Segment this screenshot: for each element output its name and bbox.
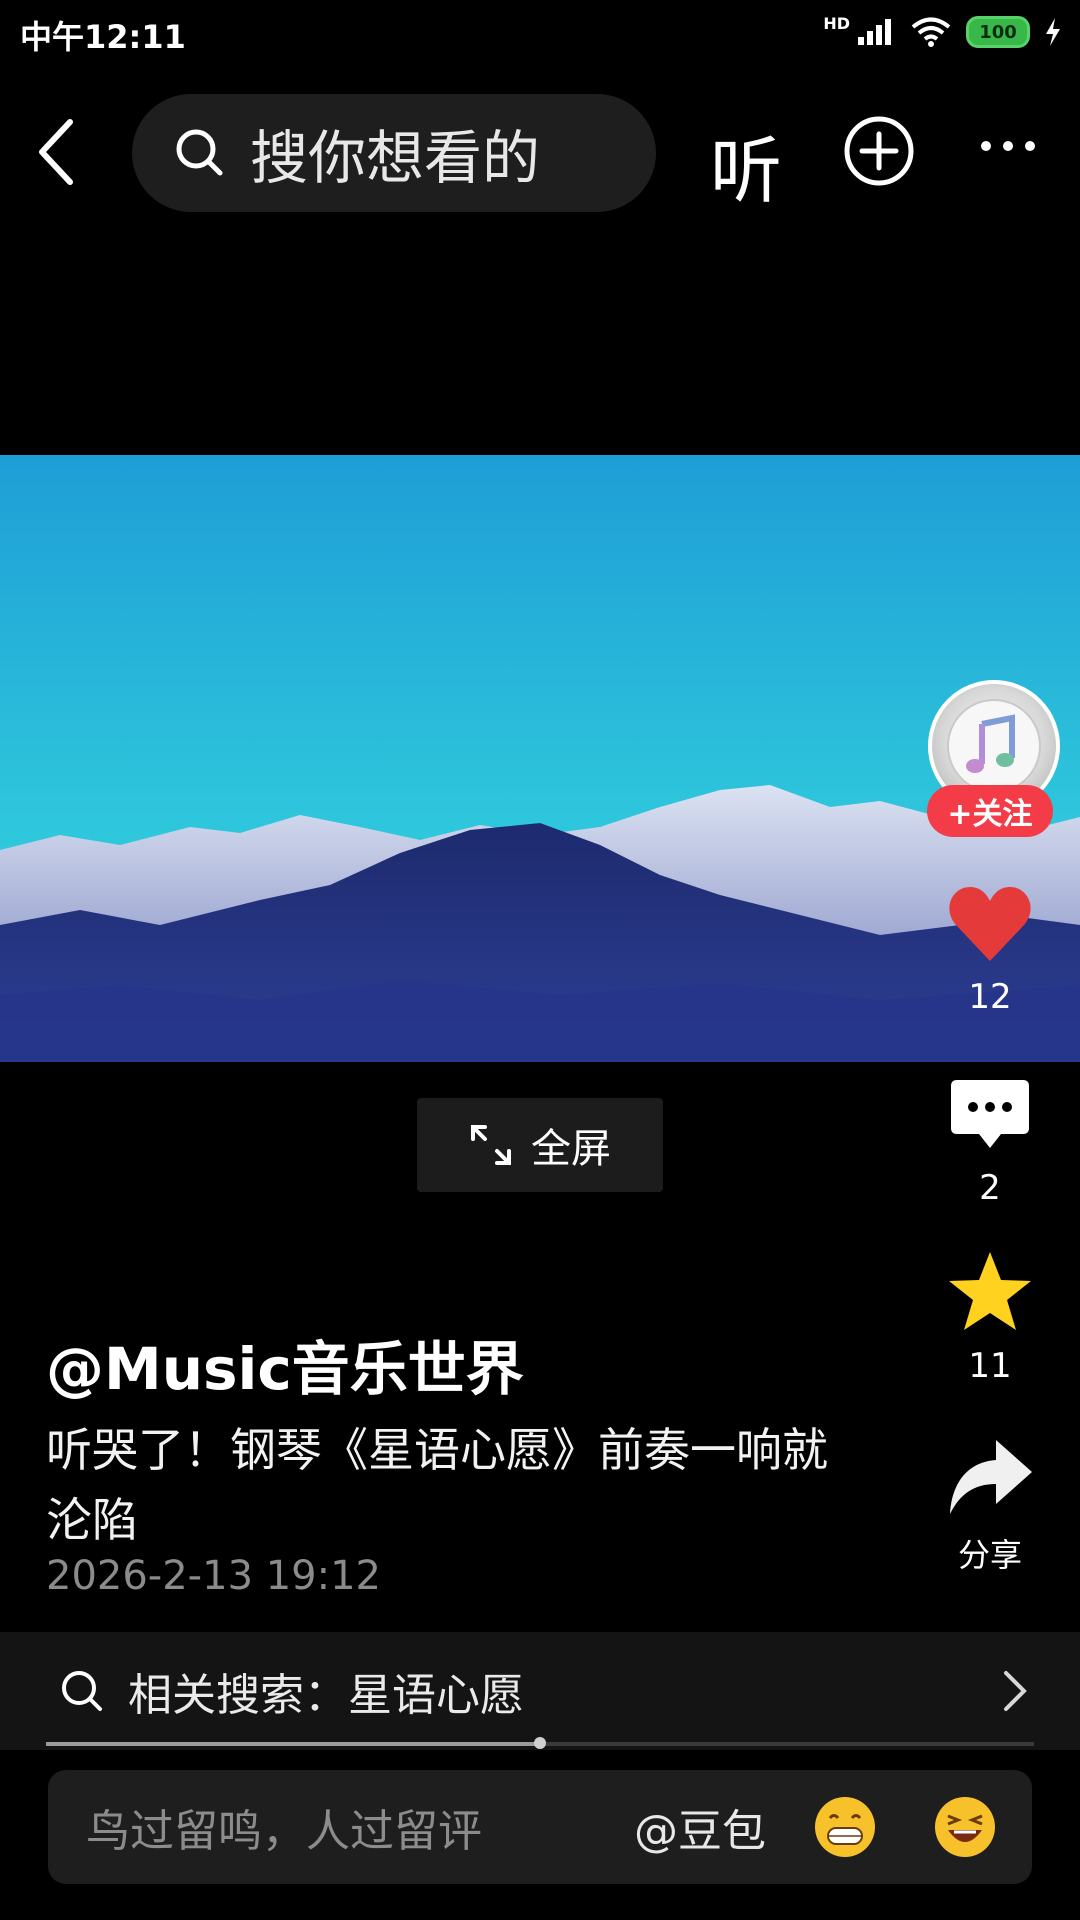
- heart-icon: [949, 887, 1031, 961]
- share-icon: [950, 1440, 1032, 1514]
- back-icon[interactable]: [30, 112, 90, 192]
- listen-button[interactable]: 听: [710, 112, 782, 217]
- search-placeholder: 搜你想看的: [250, 124, 541, 192]
- comment-placeholder: 鸟过留鸣，人过留评: [86, 1806, 482, 1857]
- like-button[interactable]: 12: [920, 885, 1060, 1017]
- favorite-button[interactable]: 11: [920, 1250, 1060, 1386]
- author-name[interactable]: @Music音乐世界: [46, 1322, 524, 1406]
- related-search-bar[interactable]: 相关搜索：星语心愿: [0, 1632, 1080, 1750]
- add-icon[interactable]: [842, 114, 916, 188]
- laugh-emoji-icon[interactable]: [934, 1796, 996, 1858]
- signal-icon: [858, 19, 891, 45]
- expand-icon: [471, 1125, 511, 1165]
- mention-button[interactable]: @豆包: [634, 1795, 766, 1859]
- search-icon: [176, 129, 223, 176]
- comment-input[interactable]: 鸟过留鸣，人过留评 @豆包: [48, 1770, 1032, 1884]
- post-description: 听哭了！钢琴《星语心愿》前奏一响就沦陷: [46, 1423, 828, 1547]
- comment-icon: [951, 1080, 1029, 1148]
- progress-fill: [46, 1742, 540, 1746]
- video-frame-image: [0, 455, 1080, 1062]
- search-bar[interactable]: 搜你想看的: [132, 94, 656, 212]
- more-icon[interactable]: [980, 138, 1036, 154]
- star-icon: [949, 1252, 1031, 1330]
- comment-count: 2: [979, 1168, 1001, 1208]
- battery-indicator: 100: [966, 16, 1030, 48]
- charging-icon: [1046, 18, 1060, 46]
- share-button[interactable]: 分享: [920, 1438, 1060, 1576]
- favorite-count: 11: [968, 1346, 1012, 1386]
- grin-emoji-icon[interactable]: [814, 1796, 876, 1858]
- share-label: 分享: [957, 1536, 1022, 1574]
- related-search-text: 相关搜索：星语心愿: [128, 1670, 524, 1721]
- like-count: 12: [968, 977, 1012, 1017]
- battery-level: 100: [979, 21, 1017, 43]
- follow-button[interactable]: +关注: [927, 785, 1053, 837]
- fullscreen-label: 全屏: [531, 1126, 611, 1172]
- wifi-icon: [911, 17, 951, 47]
- search-icon: [62, 1671, 102, 1711]
- video-player[interactable]: [0, 455, 1080, 1062]
- status-time: 中午12:11: [20, 18, 186, 56]
- status-icons: HD 100: [823, 13, 1062, 48]
- network-type-label: HD: [823, 13, 850, 33]
- progress-handle[interactable]: [534, 1737, 546, 1749]
- chevron-right-icon: [1004, 1671, 1027, 1711]
- fullscreen-button[interactable]: 全屏: [417, 1098, 663, 1192]
- comment-button[interactable]: 2: [920, 1078, 1060, 1208]
- post-date: 2026-2-13 19:12: [46, 1553, 381, 1599]
